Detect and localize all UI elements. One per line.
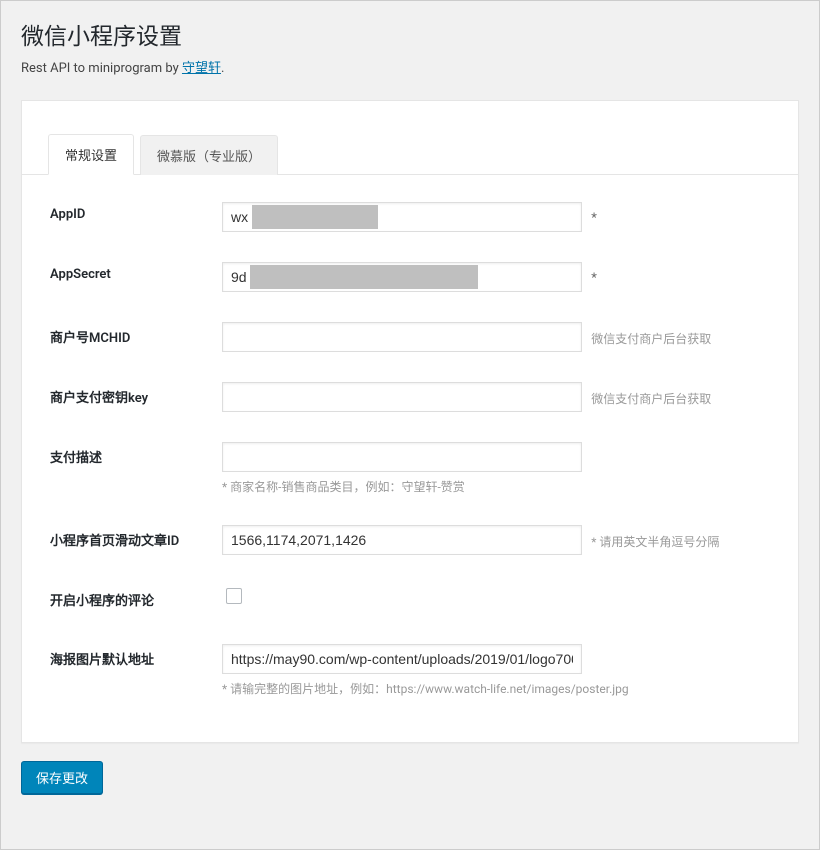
subtitle-suffix: . (221, 61, 224, 76)
settings-panel: 常规设置 微慕版（专业版） AppID * AppSecret (21, 100, 799, 743)
paykey-input[interactable] (222, 382, 582, 412)
mask-appid (252, 205, 378, 229)
label-paykey: 商户支付密钥key (22, 367, 222, 427)
hint-swipe-ids: * 请用英文半角逗号分隔 (591, 535, 719, 549)
page-subtitle: Rest API to miniprogram by 守望轩. (21, 57, 799, 76)
submit-row: 保存更改 (21, 761, 799, 794)
page-title: 微信小程序设置 (21, 17, 799, 51)
label-poster-url: 海报图片默认地址 (22, 629, 222, 712)
hint-paykey: 微信支付商户后台获取 (591, 392, 711, 406)
asterisk-appsecret: * (591, 271, 597, 286)
subtitle-prefix: Rest API to miniprogram by (21, 61, 182, 76)
tab-pro[interactable]: 微慕版（专业版） (140, 135, 278, 175)
label-appid: AppID (22, 187, 222, 247)
label-paydesc: 支付描述 (22, 427, 222, 510)
save-button[interactable]: 保存更改 (21, 761, 103, 794)
swipe-ids-input[interactable] (222, 525, 582, 555)
tabbar: 常规设置 微慕版（专业版） (22, 127, 798, 175)
poster-url-input[interactable] (222, 644, 582, 674)
label-swipe-ids: 小程序首页滑动文章ID (22, 510, 222, 570)
paydesc-input[interactable] (222, 442, 582, 472)
settings-page: 微信小程序设置 Rest API to miniprogram by 守望轩. … (0, 0, 820, 850)
label-enable-comment: 开启小程序的评论 (22, 570, 222, 629)
hint-mchid: 微信支付商户后台获取 (591, 332, 711, 346)
hint-paydesc: * 商家名称-销售商品类目，例如：守望轩-赞赏 (222, 478, 778, 495)
form-table: AppID * AppSecret * (22, 187, 798, 712)
tab-general[interactable]: 常规设置 (48, 134, 134, 175)
hint-poster-url: * 请输完整的图片地址，例如：https://www.watch-life.ne… (222, 680, 778, 697)
enable-comment-checkbox[interactable] (226, 588, 242, 604)
label-mchid: 商户号MCHID (22, 307, 222, 367)
mask-appsecret (250, 265, 478, 289)
asterisk-appid: * (591, 211, 597, 226)
label-appsecret: AppSecret (22, 247, 222, 307)
author-link[interactable]: 守望轩 (182, 61, 221, 76)
mchid-input[interactable] (222, 322, 582, 352)
